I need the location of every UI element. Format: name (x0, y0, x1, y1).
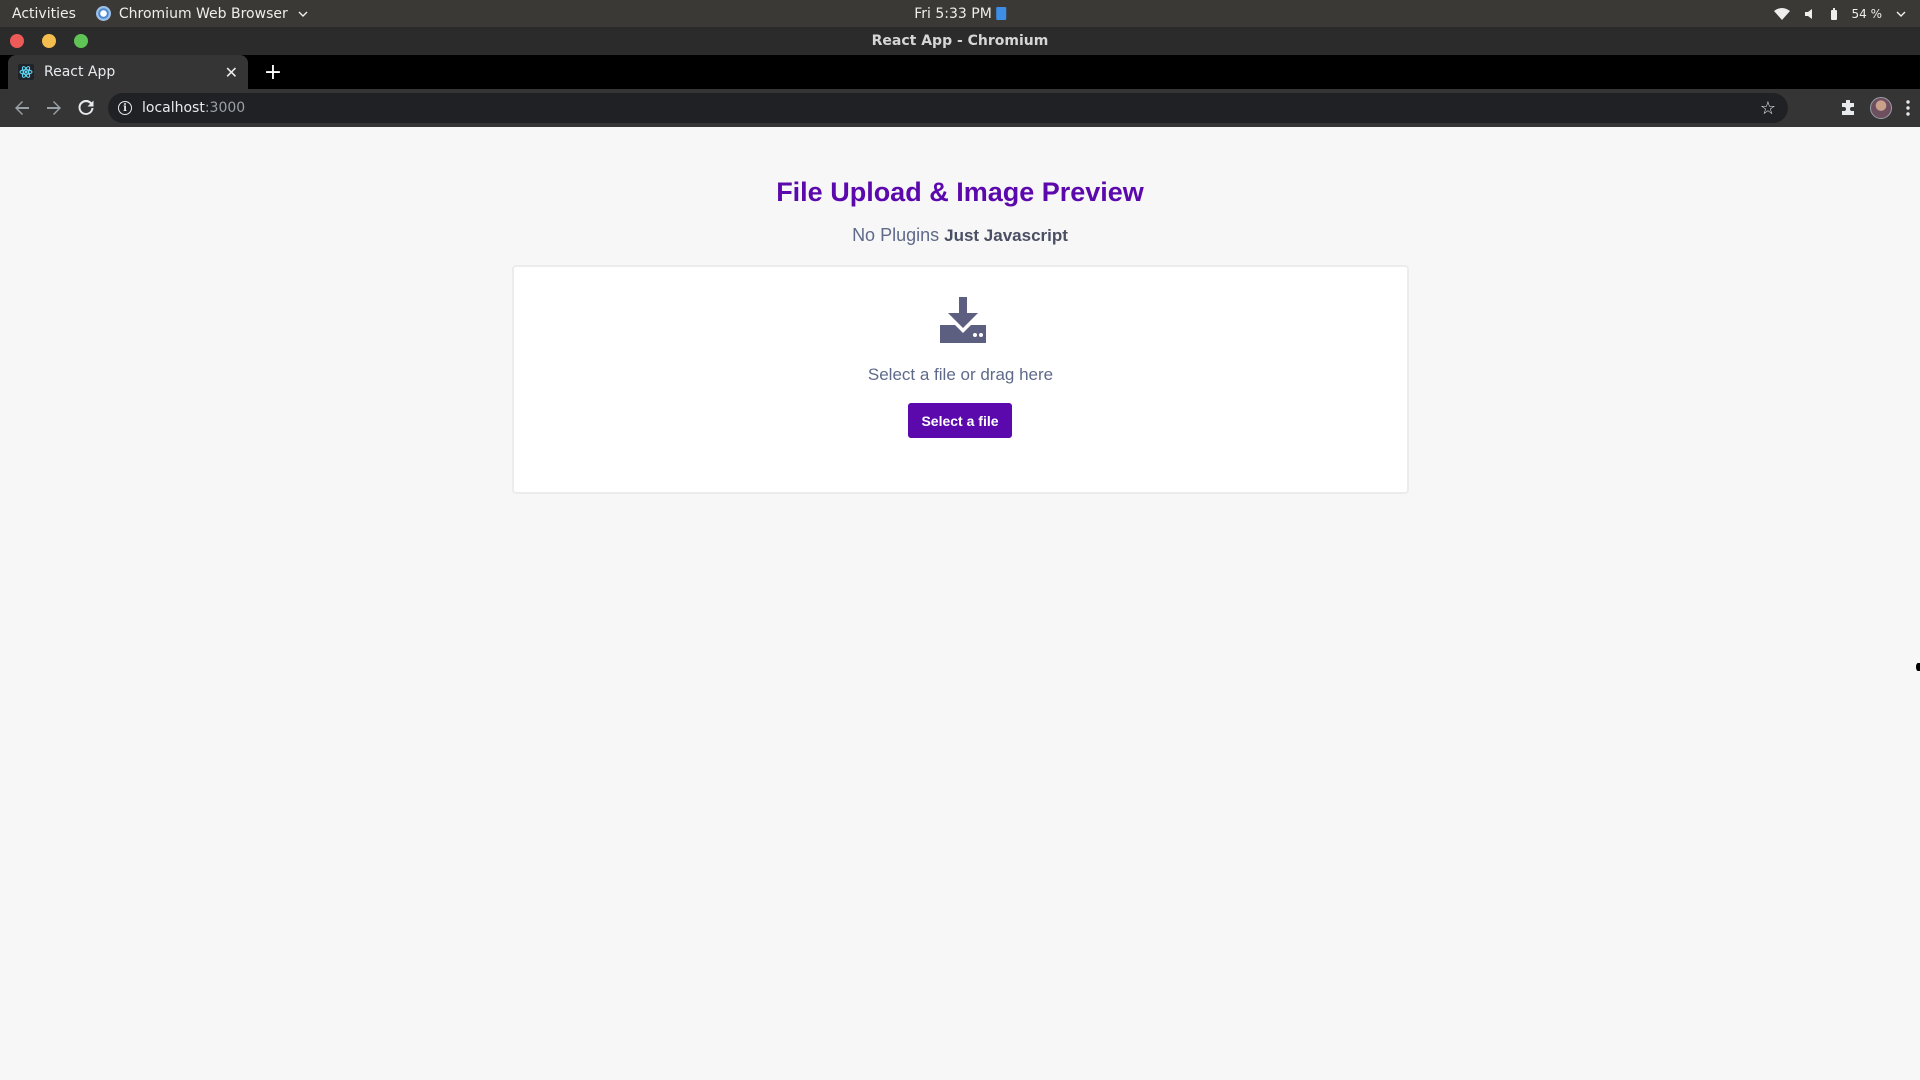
new-tab-button[interactable]: + (260, 59, 286, 85)
app-menu-label: Chromium Web Browser (118, 5, 288, 22)
info-icon[interactable]: i (118, 101, 132, 115)
notification-icon (995, 7, 1006, 20)
window-controls (10, 34, 88, 48)
activities-button[interactable]: Activities (0, 6, 76, 22)
browser-toolbar: i localhost:3000 ☆ (0, 89, 1920, 127)
bookmark-star-icon[interactable]: ☆ (1760, 98, 1776, 119)
mouse-cursor (1916, 663, 1920, 671)
reload-icon (78, 100, 94, 115)
url-port: :3000 (204, 100, 246, 116)
subtitle-bold: Just Javascript (944, 226, 1068, 245)
volume-icon (1804, 8, 1812, 19)
maximize-window-button[interactable] (74, 34, 88, 48)
select-file-button[interactable]: Select a file (908, 403, 1012, 438)
chevron-down-icon (1896, 11, 1906, 17)
arrow-right-icon (47, 101, 61, 115)
profile-avatar[interactable] (1870, 97, 1892, 119)
tab-react-app[interactable]: React App ✕ (8, 55, 248, 89)
page-subtitle: No Plugins Just Javascript (0, 225, 1920, 246)
page-title: File Upload & Image Preview (776, 177, 1144, 207)
react-icon (18, 64, 34, 80)
window-title: React App - Chromium (871, 33, 1049, 49)
drop-zone-text: Select a file or drag here (867, 365, 1054, 384)
wifi-icon (1773, 7, 1790, 20)
tab-title: React App (44, 64, 116, 80)
page-viewport: File Upload & Image Preview No Plugins J… (0, 127, 1920, 1080)
back-button[interactable] (6, 92, 38, 124)
subtitle-plain: No Plugins (852, 225, 940, 245)
url-host: localhost (142, 100, 205, 116)
status-area[interactable]: 54 % (1773, 0, 1907, 27)
minimize-window-button[interactable] (42, 34, 56, 48)
battery-percent: 54 % (1851, 6, 1883, 21)
tab-strip: React App ✕ + (0, 55, 1920, 89)
clock-label: Fri 5:33 PM (914, 5, 992, 22)
file-drop-zone[interactable]: Select a file or drag here Select a file (512, 265, 1409, 494)
window-title-bar: React App - Chromium (0, 27, 1920, 55)
system-top-bar: Activities Chromium Web Browser Fri 5:33… (0, 0, 1920, 27)
battery-icon (1830, 7, 1837, 20)
forward-button[interactable] (38, 92, 70, 124)
chromium-icon (95, 6, 111, 21)
address-bar[interactable]: i localhost:3000 ☆ (108, 93, 1788, 123)
toolbar-actions (1840, 89, 1910, 127)
download-tray-icon (938, 297, 988, 343)
more-menu-icon[interactable] (1906, 100, 1910, 116)
arrow-left-icon (15, 101, 29, 115)
app-menu[interactable]: Chromium Web Browser (95, 5, 308, 22)
extensions-puzzle-icon[interactable] (1840, 100, 1856, 116)
clock[interactable]: Fri 5:33 PM (914, 6, 1006, 22)
chevron-down-icon (298, 11, 308, 17)
close-icon[interactable]: ✕ (225, 63, 238, 82)
reload-button[interactable] (70, 92, 102, 124)
close-window-button[interactable] (10, 34, 24, 48)
